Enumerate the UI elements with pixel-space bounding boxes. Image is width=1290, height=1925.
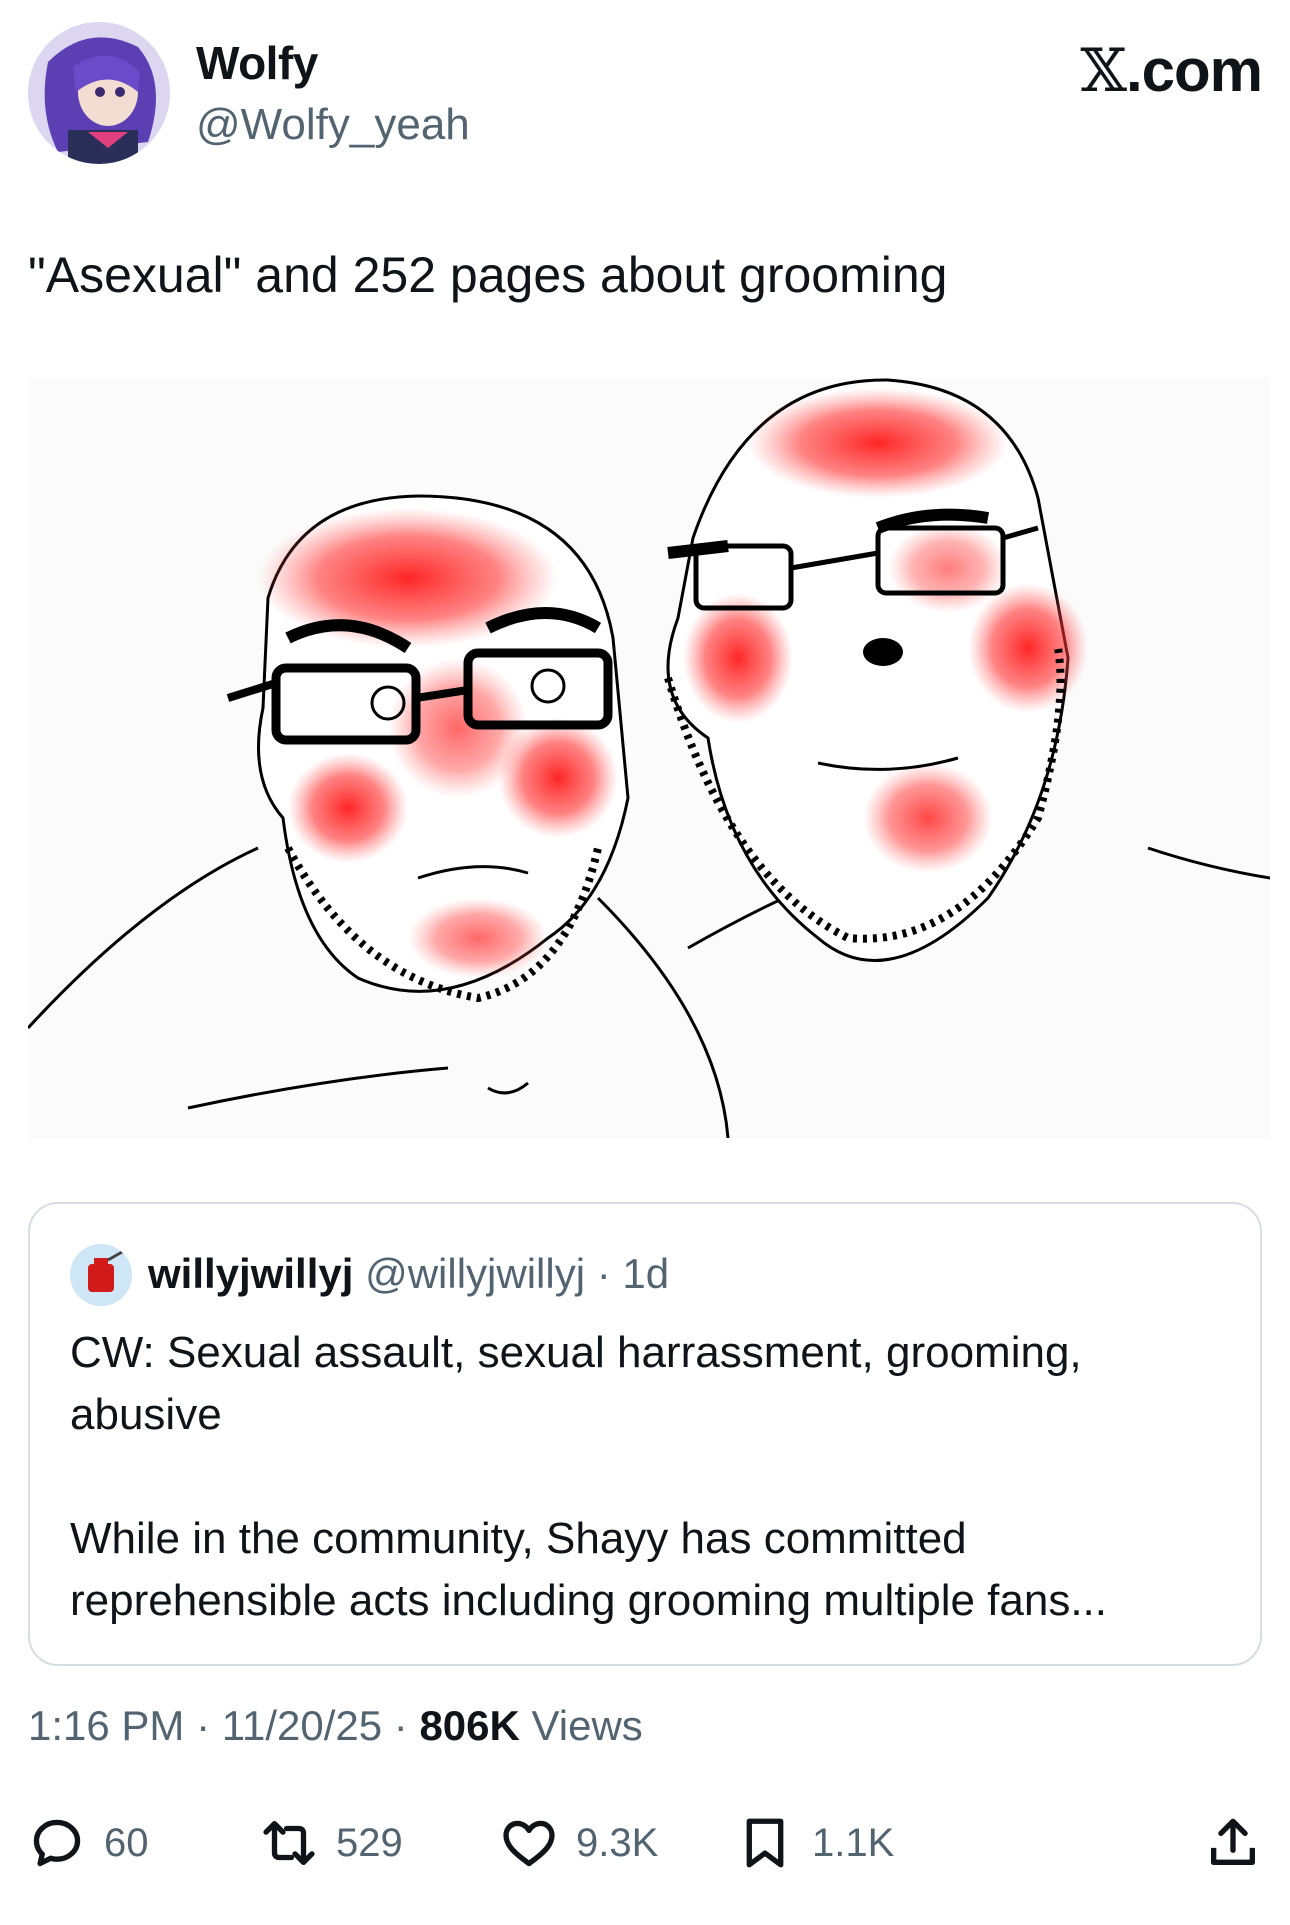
tweet-actions: 60 529 9.3K 1.1K xyxy=(28,1808,1262,1878)
like-button[interactable]: 9.3K xyxy=(500,1808,658,1878)
quote-author-handle[interactable]: @willyjwillyj xyxy=(365,1250,585,1297)
meta-separator: · xyxy=(184,1702,222,1749)
bookmark-count: 1.1K xyxy=(812,1820,895,1865)
repost-button[interactable]: 529 xyxy=(260,1808,403,1878)
repost-count: 529 xyxy=(336,1820,403,1865)
x-logo-icon: 𝕏 xyxy=(1080,36,1127,106)
tweet-metadata: 1:16 PM · 11/20/25 · 806K Views xyxy=(28,1702,643,1750)
share-icon xyxy=(1211,1818,1255,1865)
bookmark-icon xyxy=(746,1818,784,1868)
views-count[interactable]: 806K xyxy=(419,1702,519,1749)
like-count: 9.3K xyxy=(576,1820,659,1865)
tweet-text: "Asexual" and 252 pages about grooming xyxy=(28,247,948,303)
author-avatar[interactable] xyxy=(28,22,170,164)
tweet-header: Wolfy @Wolfy_yeah 𝕏.com xyxy=(28,22,1263,172)
quote-separator: · xyxy=(585,1250,623,1297)
reply-button[interactable]: 60 xyxy=(28,1808,149,1878)
quote-content-warning: CW: Sexual assault, sexual harrassment, … xyxy=(70,1328,1082,1439)
reply-icon xyxy=(33,1819,81,1867)
like-icon xyxy=(503,1820,555,1867)
quote-timestamp[interactable]: 1d xyxy=(622,1250,669,1297)
repost-icon xyxy=(263,1821,315,1865)
quoted-tweet[interactable]: willyjwillyj @willyjwillyj · 1d CW: Sexu… xyxy=(28,1202,1262,1666)
quote-author-line: willyjwillyj @willyjwillyj · 1d xyxy=(148,1250,669,1298)
quote-author-name[interactable]: willyjwillyj xyxy=(148,1250,353,1297)
tweet-date[interactable]: 11/20/25 xyxy=(222,1702,382,1749)
share-button[interactable] xyxy=(1204,1808,1262,1878)
quote-body-text: While in the community, Shayy has commit… xyxy=(70,1514,1108,1625)
author-handle[interactable]: @Wolfy_yeah xyxy=(196,100,470,150)
tweet-media-image[interactable] xyxy=(26,378,1271,1139)
meta-separator: · xyxy=(382,1702,420,1749)
views-label: Views xyxy=(519,1702,643,1749)
quote-text: CW: Sexual assault, sexual harrassment, … xyxy=(70,1322,1210,1632)
bookmark-button[interactable]: 1.1K xyxy=(736,1808,894,1878)
site-logo: 𝕏.com xyxy=(1080,36,1263,106)
author-name[interactable]: Wolfy xyxy=(196,36,318,90)
quote-author-avatar[interactable] xyxy=(70,1244,132,1306)
site-logo-text: .com xyxy=(1125,37,1263,104)
tweet-time[interactable]: 1:16 PM xyxy=(28,1702,184,1749)
reply-count: 60 xyxy=(104,1820,149,1865)
